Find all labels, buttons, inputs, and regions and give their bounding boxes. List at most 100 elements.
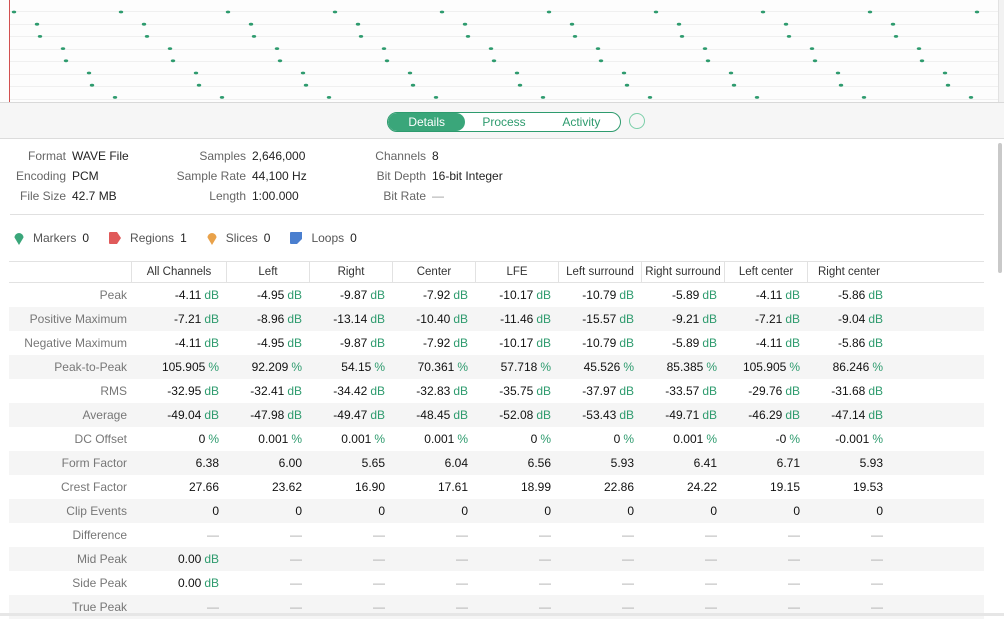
- waveform-peak: [838, 83, 844, 87]
- cell-value: -4.11: [755, 336, 783, 350]
- cell-unit: dB: [204, 288, 219, 302]
- row-label: Positive Maximum: [29, 312, 127, 326]
- info-key: Sample Rate: [176, 169, 246, 183]
- waveform-peak: [37, 35, 43, 38]
- table-row: Average -49.04 dB -47.98 dB -49.47 dB -48.45 dB -…: [9, 403, 984, 427]
- cell-value: 0: [295, 504, 302, 518]
- table-cell: 24.22: [641, 475, 724, 499]
- row-label: RMS: [100, 384, 127, 398]
- column-header[interactable]: Right: [309, 262, 392, 282]
- cell-unit: dB: [287, 336, 302, 350]
- cell-unit: dB: [619, 336, 634, 350]
- cell-value: -4.95: [256, 288, 285, 302]
- table-cell: —: [309, 523, 392, 547]
- playhead[interactable]: [9, 0, 10, 102]
- table-cell: -49.47 dB: [309, 403, 392, 427]
- cell-value: 22.86: [603, 480, 634, 494]
- tab-activity[interactable]: Activity: [543, 113, 620, 131]
- regions-count[interactable]: Regions 1: [109, 231, 187, 245]
- cell-value: 6.71: [776, 456, 800, 470]
- cell-value: —: [290, 552, 302, 566]
- cell-value: 0: [198, 432, 206, 446]
- table-cell: —: [475, 571, 558, 595]
- waveform-peak: [942, 71, 948, 75]
- cell-value: -5.89: [671, 288, 700, 302]
- region-icon: [109, 232, 122, 244]
- table-cell: —: [392, 547, 475, 571]
- table-cell: -13.14 dB: [309, 307, 392, 331]
- table-cell: 0: [807, 499, 890, 523]
- slices-count[interactable]: Slices 0: [207, 231, 270, 245]
- cell-value: -7.21: [173, 312, 202, 326]
- vertical-scrollbar[interactable]: [998, 143, 1002, 273]
- column-header[interactable]: LFE: [475, 262, 558, 282]
- cell-value: -46.29: [748, 408, 783, 422]
- table-cell: —: [475, 523, 558, 547]
- table-cell: 6.04: [392, 451, 475, 475]
- waveform-peak: [783, 22, 789, 26]
- cell-value: -9.21: [671, 312, 700, 326]
- column-header[interactable]: Left: [226, 262, 309, 282]
- column-header[interactable]: Right surround: [641, 262, 724, 282]
- cell-value: —: [373, 552, 385, 566]
- cell-value: 6.38: [195, 456, 219, 470]
- cell-unit: dB: [370, 408, 385, 422]
- table-row: Clip Events 0 0 0 0 0 0 0 0 0: [9, 499, 984, 523]
- cell-unit: %: [457, 360, 468, 374]
- cell-unit: dB: [536, 312, 551, 326]
- cell-unit: dB: [204, 408, 219, 422]
- row-label: Average: [82, 408, 127, 422]
- cell-value: —: [539, 600, 551, 614]
- table-cell: 6.56: [475, 451, 558, 475]
- cell-unit: %: [789, 432, 800, 446]
- table-row: DC Offset 0% 0.001% 0.001% 0.001% 0% 0% 0.001% -…: [9, 427, 984, 451]
- waveform-peak: [300, 71, 306, 75]
- row-label: Form Factor: [61, 456, 127, 470]
- info-key: Encoding: [15, 169, 66, 183]
- waveform-peak: [170, 59, 176, 63]
- markers-label: Markers: [33, 231, 77, 245]
- waveform-peak: [303, 83, 309, 87]
- table-cell: 86.246%: [807, 355, 890, 379]
- cell-unit: dB: [702, 336, 717, 350]
- tab-process[interactable]: Process: [465, 113, 542, 131]
- cell-unit: dB: [868, 288, 883, 302]
- cell-value: 105.905: [742, 360, 787, 374]
- waveform-peak: [193, 71, 199, 75]
- waveform-peak: [540, 96, 546, 99]
- cell-value: -7.21: [754, 312, 783, 326]
- cell-unit: dB: [702, 384, 717, 398]
- cell-value: -7.92: [422, 288, 451, 302]
- loops-count[interactable]: Loops 0: [290, 231, 357, 245]
- table-cell: 19.15: [724, 475, 807, 499]
- cell-value: —: [207, 528, 219, 542]
- info-value: 16-bit Integer: [432, 169, 503, 183]
- column-header[interactable]: Center: [392, 262, 475, 282]
- table-cell: -29.76 dB: [724, 379, 807, 403]
- table-cell: 0.001%: [226, 427, 309, 451]
- table-row: Form Factor 6.38 6.00 5.65 6.04 6.56 5.93 6.41 6…: [9, 451, 984, 475]
- table-cell: 92.209%: [226, 355, 309, 379]
- cell-value: —: [373, 528, 385, 542]
- waveform-peak: [754, 96, 760, 99]
- table-cell: 6.41: [641, 451, 724, 475]
- cell-value: —: [788, 600, 800, 614]
- table-cell: -49.04 dB: [131, 403, 226, 427]
- column-header[interactable]: Left surround: [558, 262, 641, 282]
- row-label: Side Peak: [72, 576, 127, 590]
- column-header[interactable]: Left center: [724, 262, 807, 282]
- markers-count[interactable]: Markers 0: [14, 231, 89, 245]
- waveform-peak: [141, 22, 147, 26]
- cell-value: -49.47: [333, 408, 368, 422]
- table-cell: 6.38: [131, 451, 226, 475]
- cell-value: —: [788, 552, 800, 566]
- tab-details[interactable]: Details: [388, 113, 466, 131]
- cell-value: 0.001: [341, 432, 372, 446]
- cell-unit: dB: [287, 288, 302, 302]
- table-cell: 17.61: [392, 475, 475, 499]
- column-header[interactable]: Right center: [807, 262, 890, 282]
- cell-value: -10.17: [499, 336, 534, 350]
- waveform-view[interactable]: [0, 0, 1004, 103]
- column-header[interactable]: All Channels: [131, 262, 226, 282]
- cell-value: 86.246: [832, 360, 870, 374]
